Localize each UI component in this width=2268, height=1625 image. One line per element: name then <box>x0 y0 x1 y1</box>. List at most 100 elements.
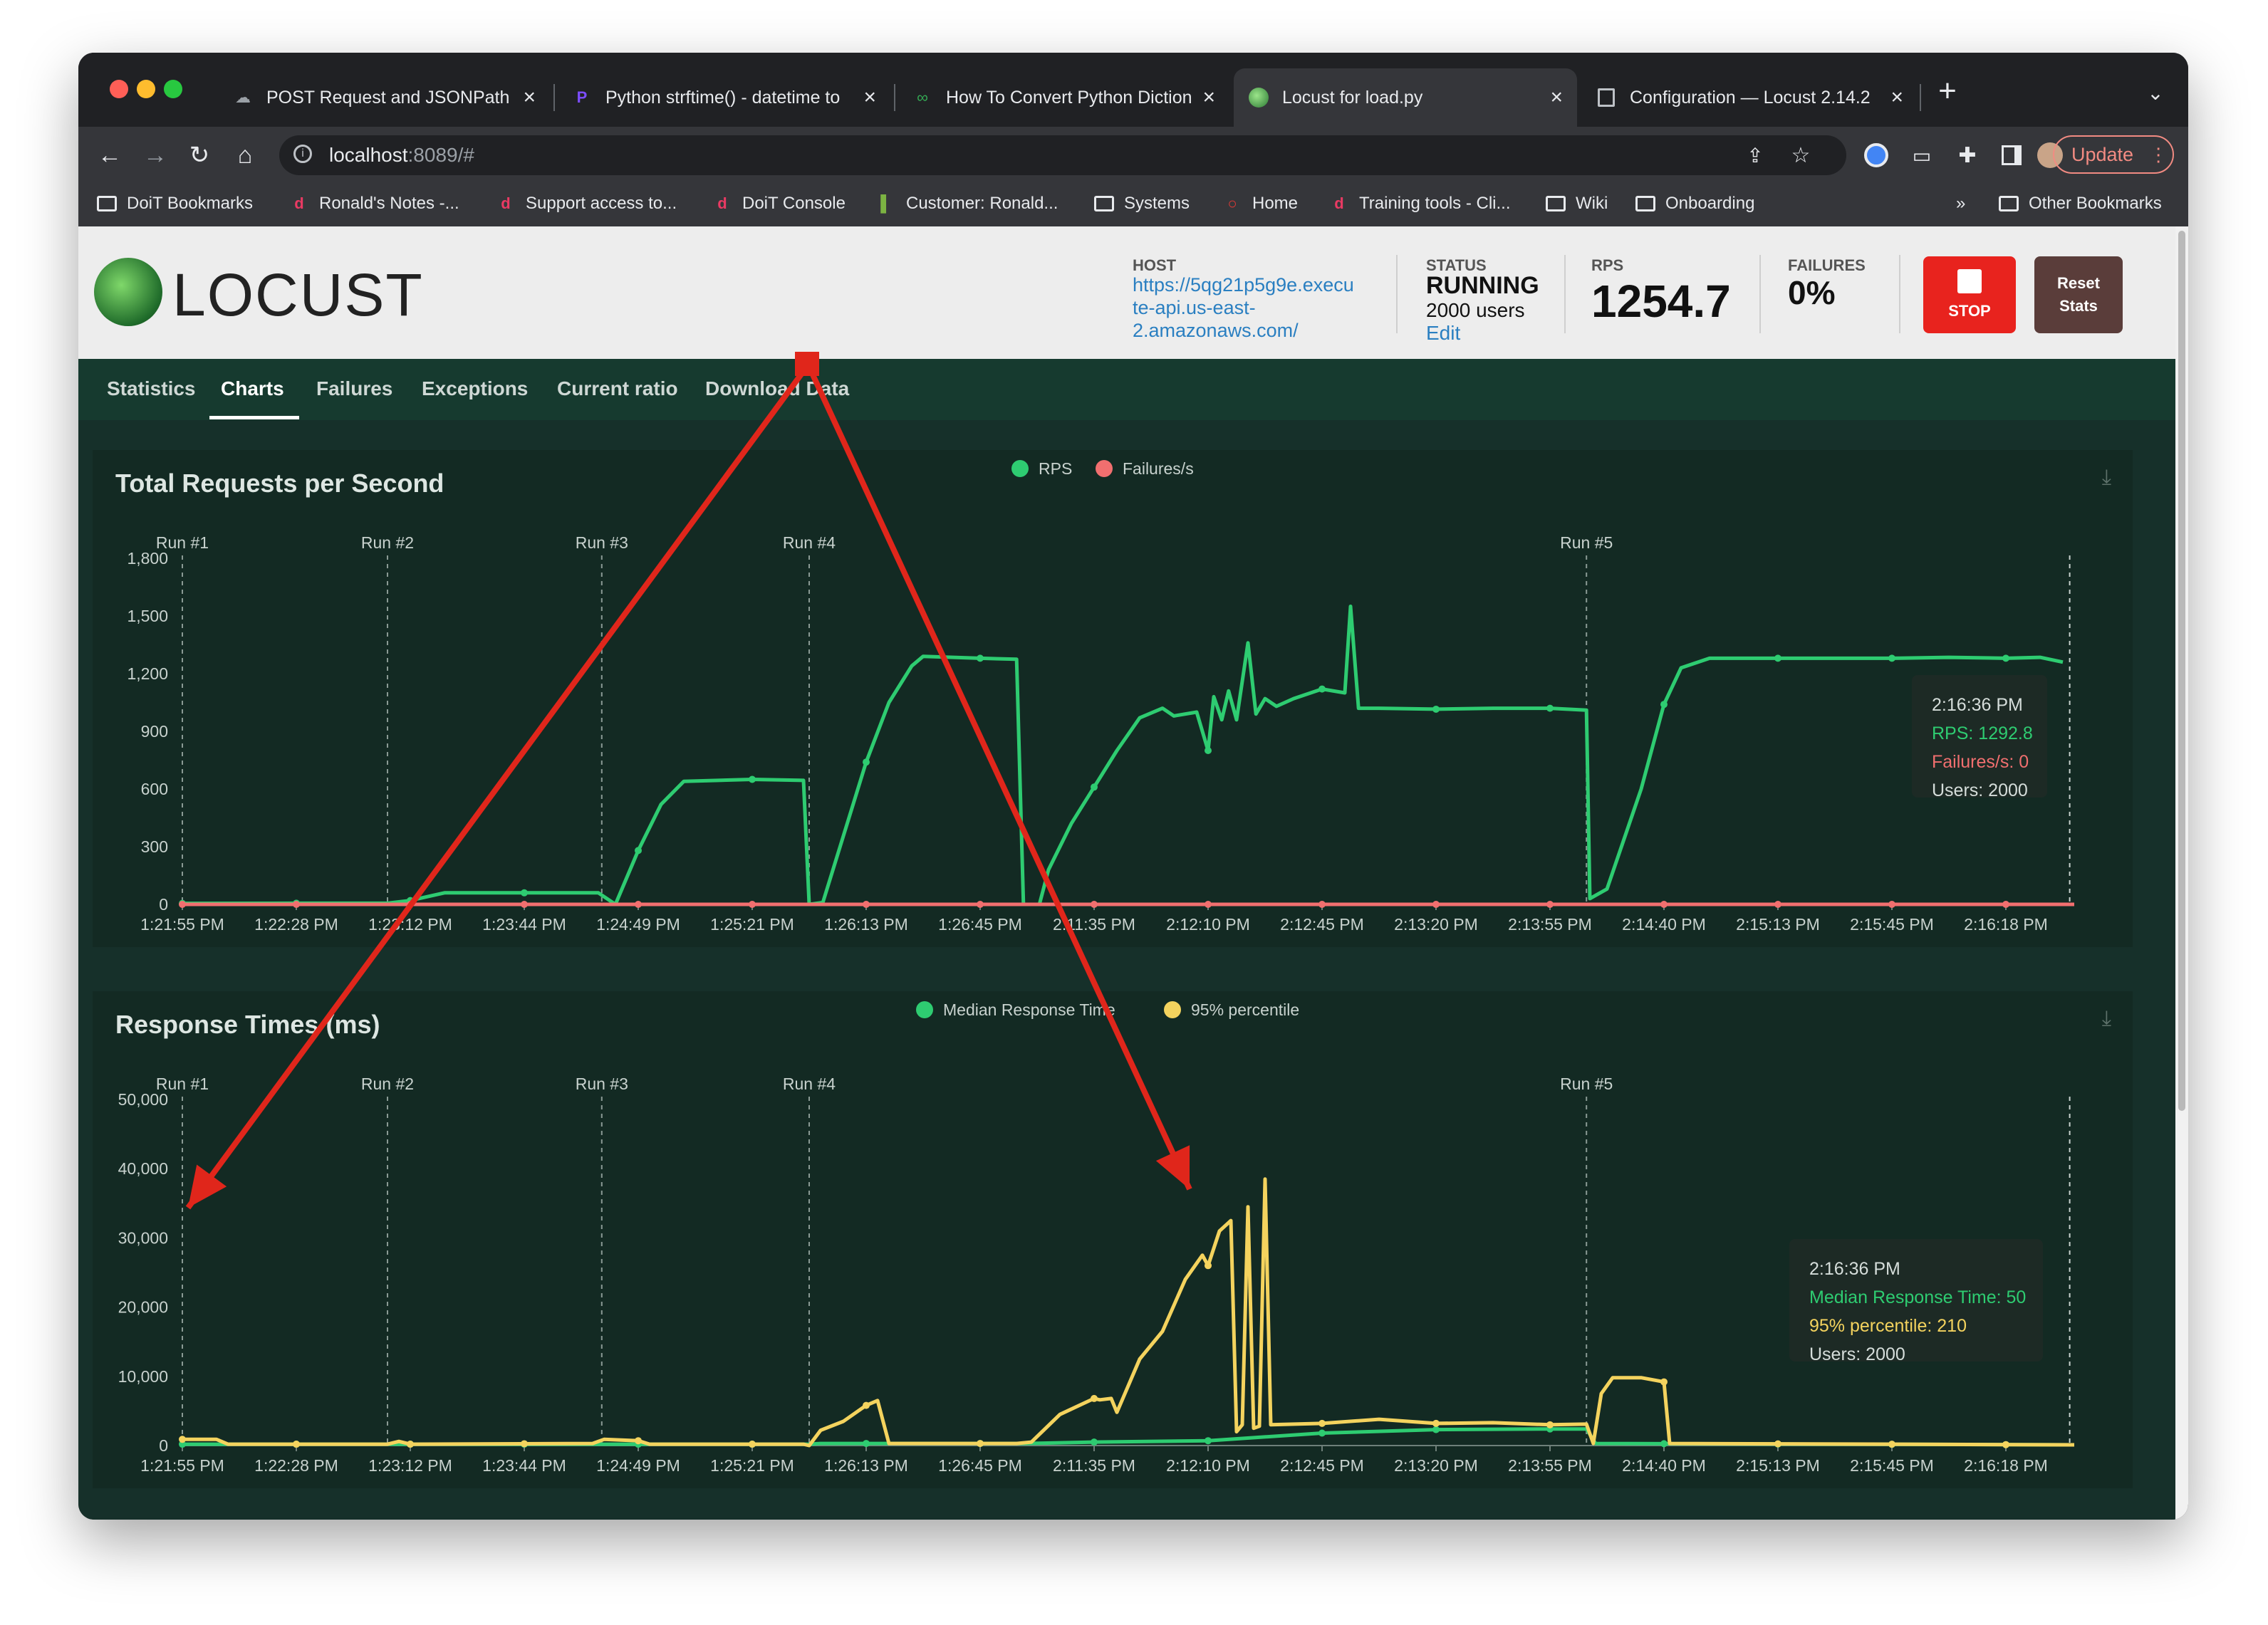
series-point <box>1546 901 1554 908</box>
host-label: HOST <box>1133 256 1177 274</box>
bookmark-item[interactable]: d Support access to... <box>496 194 677 214</box>
failures-value: 0% <box>1788 274 1836 311</box>
browser-tab[interactable]: Configuration — Locust 2.14.2 × <box>1581 68 1918 127</box>
tab-current-ratio[interactable]: Current ratio <box>557 377 678 400</box>
series-point <box>1091 1438 1098 1446</box>
x-tick-label: 1:25:21 PM <box>710 915 794 934</box>
scrollbar-thumb[interactable] <box>2178 231 2185 1111</box>
close-tab-icon[interactable]: × <box>1890 85 1903 110</box>
edit-link[interactable]: Edit <box>1426 322 1460 345</box>
run-label: Run #3 <box>576 1075 628 1093</box>
google-account-icon[interactable] <box>1859 138 1893 172</box>
minimize-window-button[interactable] <box>137 80 155 98</box>
info-icon[interactable]: i <box>293 145 312 163</box>
tab-search-chevron-icon[interactable]: ⌄ <box>2138 75 2173 110</box>
folder-icon <box>1635 195 1655 212</box>
series-line <box>182 605 2064 906</box>
tab-charts[interactable]: Charts <box>221 377 284 400</box>
x-tick-label: 2:15:45 PM <box>1850 1456 1934 1475</box>
page-scrollbar[interactable] <box>2175 226 2188 1520</box>
tab-failures[interactable]: Failures <box>316 377 392 400</box>
tooltip-line: Failures/s: 0 <box>1932 752 2029 772</box>
close-tab-icon[interactable]: × <box>1550 85 1563 110</box>
x-tick-label: 1:26:45 PM <box>938 1456 1022 1475</box>
x-tick-label: 1:22:28 PM <box>254 1456 338 1475</box>
bookmark-item[interactable]: ○ Home <box>1222 194 1298 214</box>
forward-icon[interactable]: → <box>138 138 172 172</box>
docs-icon <box>1596 87 1617 108</box>
x-tick-label: 2:16:18 PM <box>1964 915 2048 934</box>
x-tick-label: 2:13:20 PM <box>1394 1456 1478 1475</box>
stop-button[interactable]: STOP <box>1923 256 2016 333</box>
legend-label: RPS <box>1039 459 1072 478</box>
side-panel-icon[interactable] <box>1994 138 2029 172</box>
close-tab-icon[interactable]: × <box>523 85 536 110</box>
x-tick-label: 1:22:28 PM <box>254 915 338 934</box>
doit-icon: d <box>1334 194 1344 212</box>
bookmarks-overflow-button[interactable]: » <box>1956 194 1965 214</box>
series-point <box>749 1441 756 1448</box>
tab-statistics[interactable]: Statistics <box>107 377 196 400</box>
doit-icon: d <box>501 194 511 212</box>
tab-exceptions[interactable]: Exceptions <box>422 377 528 400</box>
x-tick-label: 1:26:13 PM <box>824 915 908 934</box>
reset-stats-button[interactable]: Reset Stats <box>2034 256 2123 333</box>
bookmark-item[interactable]: ▌ Customer: Ronald... <box>876 194 1058 214</box>
close-tab-icon[interactable]: × <box>863 85 876 110</box>
failures-label: FAILURES <box>1788 256 1866 274</box>
bookmark-star-icon[interactable]: ☆ <box>1784 138 1818 172</box>
address-bar[interactable]: i localhost:8089/# ⇪ ☆ <box>279 135 1846 175</box>
y-tick-label: 10,000 <box>118 1367 168 1386</box>
bookmark-item[interactable]: Wiki <box>1546 194 1608 214</box>
tab-download-data[interactable]: Download Data <box>705 377 849 400</box>
browser-tab[interactable]: ∞ How To Convert Python Diction × <box>898 68 1229 127</box>
series-point <box>863 1440 870 1448</box>
y-tick-label: 30,000 <box>118 1228 168 1247</box>
run-label: Run #1 <box>156 1075 209 1093</box>
series-point <box>1432 1419 1440 1427</box>
x-tick-label: 1:25:21 PM <box>710 1456 794 1475</box>
share-icon[interactable]: ⇪ <box>1738 138 1772 172</box>
series-point <box>635 1437 642 1445</box>
bookmark-item[interactable]: DoiT Bookmarks <box>97 194 253 214</box>
new-tab-icon[interactable]: + <box>1930 73 1965 108</box>
locust-header: LOCUST HOST https://5qg21p5g9e.execu te-… <box>78 226 2175 359</box>
browser-tab-active[interactable]: Locust for load.py × <box>1234 68 1577 127</box>
browser-tab[interactable]: P Python strftime() - datetime to × <box>557 68 890 127</box>
x-tick-label: 1:23:12 PM <box>368 1456 452 1475</box>
series-point <box>293 1441 300 1448</box>
reload-icon[interactable]: ↻ <box>182 138 217 172</box>
tooltip-line: Users: 2000 <box>1809 1344 1905 1364</box>
back-icon[interactable]: ← <box>93 138 127 172</box>
users-count: 2000 users <box>1426 299 1525 321</box>
home-icon[interactable]: ⌂ <box>228 138 262 172</box>
p-logo-icon: P <box>576 88 588 106</box>
run-label: Run #4 <box>783 533 836 552</box>
tooltip-line: Median Response Time: 50 <box>1809 1287 2026 1307</box>
x-tick-label: 1:24:49 PM <box>596 915 680 934</box>
bookmark-item[interactable]: d Ronald's Notes -... <box>289 194 459 214</box>
other-bookmarks[interactable]: Other Bookmarks <box>1999 194 2162 214</box>
active-tab-underline <box>209 416 299 419</box>
extensions-puzzle-icon[interactable]: ✚ <box>1950 138 1984 172</box>
response-times-chart: Median Response Time 95% percentile 0 10,00… <box>118 1000 2075 1475</box>
series-point <box>1546 1421 1554 1428</box>
close-tab-icon[interactable]: × <box>1202 85 1215 110</box>
bookmark-item[interactable]: Systems <box>1094 194 1190 214</box>
browser-tab[interactable]: ☁ POST Request and JSONPath U × <box>218 68 550 127</box>
host-link[interactable]: https://5qg21p5g9e.execu te-api.us-east-… <box>1133 273 1354 342</box>
bookmark-item[interactable]: d DoiT Console <box>712 194 846 214</box>
legend-swatch <box>1164 1001 1181 1018</box>
series-point <box>1660 701 1668 709</box>
close-window-button[interactable] <box>110 80 128 98</box>
y-tick-label: 20,000 <box>118 1298 168 1317</box>
update-button[interactable]: Update ⋮ <box>2053 135 2174 174</box>
folder-icon <box>1999 195 2019 212</box>
run-label: Run #1 <box>156 533 209 552</box>
series-point <box>1888 901 1895 908</box>
bookmark-item[interactable]: Onboarding <box>1635 194 1754 214</box>
maximize-window-button[interactable] <box>164 80 182 98</box>
bookmark-item[interactable]: d Training tools - Cli... <box>1329 194 1510 214</box>
extension-badge-icon[interactable]: ▭ <box>1905 138 1939 172</box>
chart-tooltip: 2:16:36 PM RPS: 1292.8 Failures/s: 0 Users:… <box>1912 675 2047 800</box>
